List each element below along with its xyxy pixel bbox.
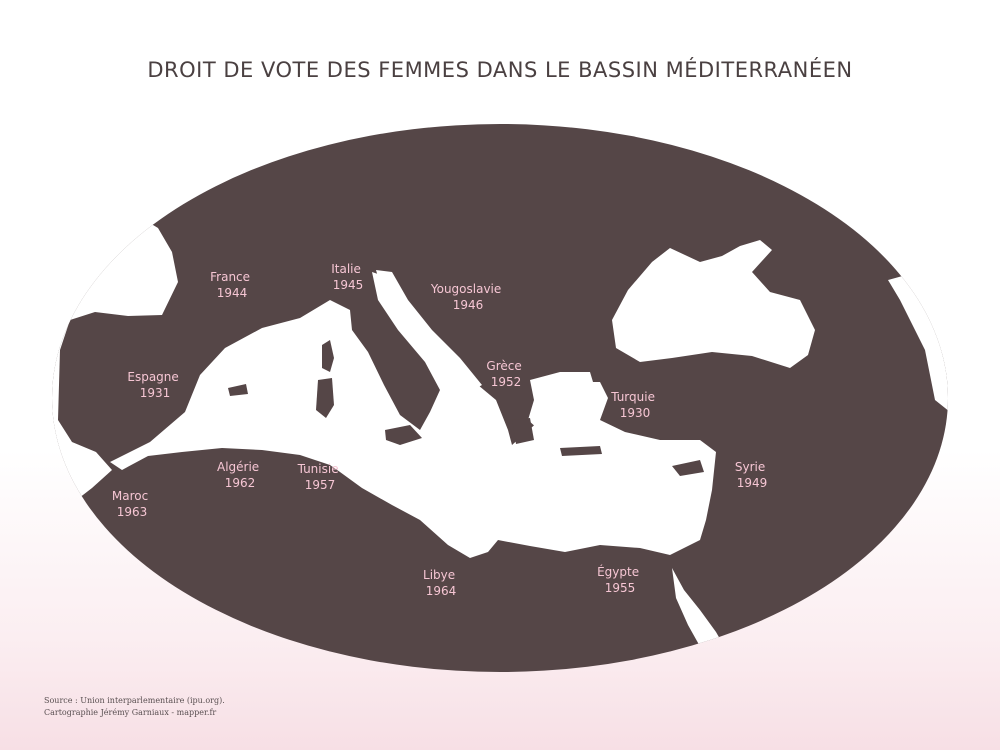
land-area: [52, 124, 948, 672]
country-year: 1949: [737, 476, 768, 490]
country-year: 1930: [620, 406, 651, 420]
credit-line: Cartographie Jérémy Garniaux - mapper.fr: [44, 708, 217, 717]
country-name: Syrie: [735, 460, 765, 474]
country-year: 1964: [426, 584, 457, 598]
country-name: Libye: [423, 568, 455, 582]
country-year: 1944: [217, 286, 248, 300]
country-year: 1963: [117, 505, 148, 519]
country-year: 1946: [453, 298, 484, 312]
map: France 1944 Italie 1945 Yougoslavie 1946…: [52, 124, 948, 672]
country-name: Turquie: [610, 390, 655, 404]
country-name: Grèce: [486, 359, 521, 373]
source-line: Source : Union interparlementaire (ipu.o…: [44, 696, 225, 705]
country-year: 1962: [225, 476, 256, 490]
country-year: 1945: [333, 278, 364, 292]
country-year: 1957: [305, 478, 336, 492]
country-name: Espagne: [127, 370, 178, 384]
country-name: Maroc: [112, 489, 148, 503]
country-name: France: [210, 270, 250, 284]
country-year: 1955: [605, 581, 636, 595]
country-name: Égypte: [597, 564, 639, 579]
country-name: Tunisie: [297, 462, 339, 476]
country-name: Italie: [331, 262, 361, 276]
country-year: 1931: [140, 386, 171, 400]
country-year: 1952: [491, 375, 522, 389]
source-credit: Source : Union interparlementaire (ipu.o…: [44, 695, 225, 719]
country-name: Algérie: [217, 460, 259, 474]
country-name: Yougoslavie: [430, 282, 501, 296]
